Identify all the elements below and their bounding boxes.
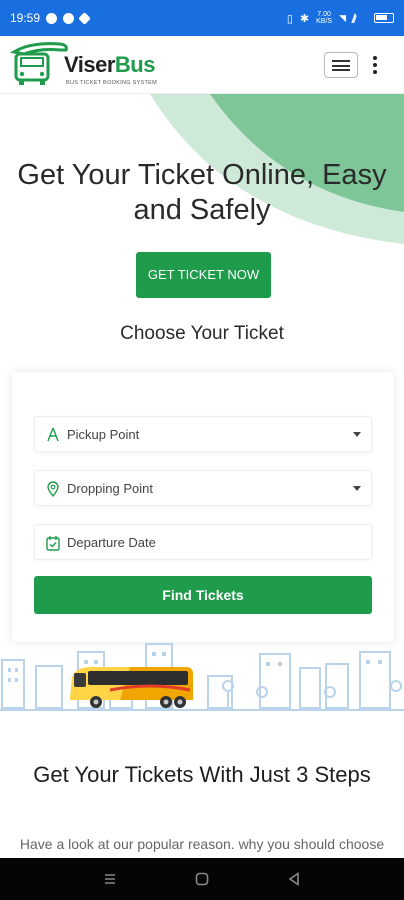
network-speed: 7.00 KB/S <box>316 11 333 25</box>
location-pin-icon <box>47 481 59 497</box>
hamburger-menu-button[interactable] <box>324 52 358 78</box>
wifi-icon: ◥ <box>339 12 346 23</box>
hero-title: Get Your Ticket Online, Easy and Safely <box>17 159 387 226</box>
departure-date-label: Departure Date <box>67 535 156 550</box>
status-bar: 19:59 ▯ ✱ 7.00 KB/S ◥ <box>0 0 404 36</box>
notification-icon <box>78 11 91 25</box>
logo-tagline: BUS TICKET BOOKING SYSTEM <box>66 80 158 86</box>
vibrate-icon: ▯ <box>286 12 293 25</box>
choose-ticket-heading: Choose Your Ticket <box>120 323 284 344</box>
pickup-icon <box>47 427 59 442</box>
pickup-point-select[interactable]: Pickup Point <box>34 416 372 452</box>
bluetooth-icon: ✱ <box>299 12 310 25</box>
dropping-point-select[interactable]: Dropping Point <box>34 470 372 506</box>
system-navigation-bar <box>0 858 404 900</box>
brand-primary: Viser <box>64 52 115 77</box>
booking-form: Pickup Point Dropping Point Departure Da… <box>12 372 394 642</box>
chevron-down-icon <box>353 432 361 437</box>
dropping-point-label: Dropping Point <box>67 481 153 496</box>
find-tickets-button[interactable]: Find Tickets <box>34 576 372 614</box>
logo[interactable]: ViserBus BUS TICKET BOOKING SYSTEM <box>10 36 180 94</box>
brand-secondary: Bus <box>114 52 156 77</box>
departure-date-input[interactable]: Departure Date <box>34 524 372 560</box>
chevron-down-icon <box>353 486 361 491</box>
home-icon[interactable] <box>194 871 210 887</box>
notification-icon <box>46 12 58 24</box>
recent-apps-icon[interactable] <box>102 871 118 887</box>
battery-icon <box>374 13 394 23</box>
bus-logo-icon <box>10 42 68 85</box>
get-ticket-now-button[interactable]: GET TICKET NOW <box>136 252 271 298</box>
calendar-check-icon <box>46 536 60 551</box>
pickup-point-label: Pickup Point <box>67 427 140 442</box>
app-header: ViserBus BUS TICKET BOOKING SYSTEM <box>0 36 404 94</box>
city-bus-illustration <box>0 640 404 712</box>
steps-heading: Get Your Tickets With Just 3 Steps <box>33 762 371 787</box>
logo-text: ViserBus <box>64 52 155 78</box>
back-icon[interactable] <box>286 871 302 887</box>
more-options-icon[interactable] <box>368 52 382 78</box>
notification-icon <box>63 12 75 24</box>
steps-description: Have a look at our popular reason. why y… <box>19 836 385 852</box>
status-time: 19:59 <box>10 11 41 25</box>
signal-icon <box>351 13 369 23</box>
